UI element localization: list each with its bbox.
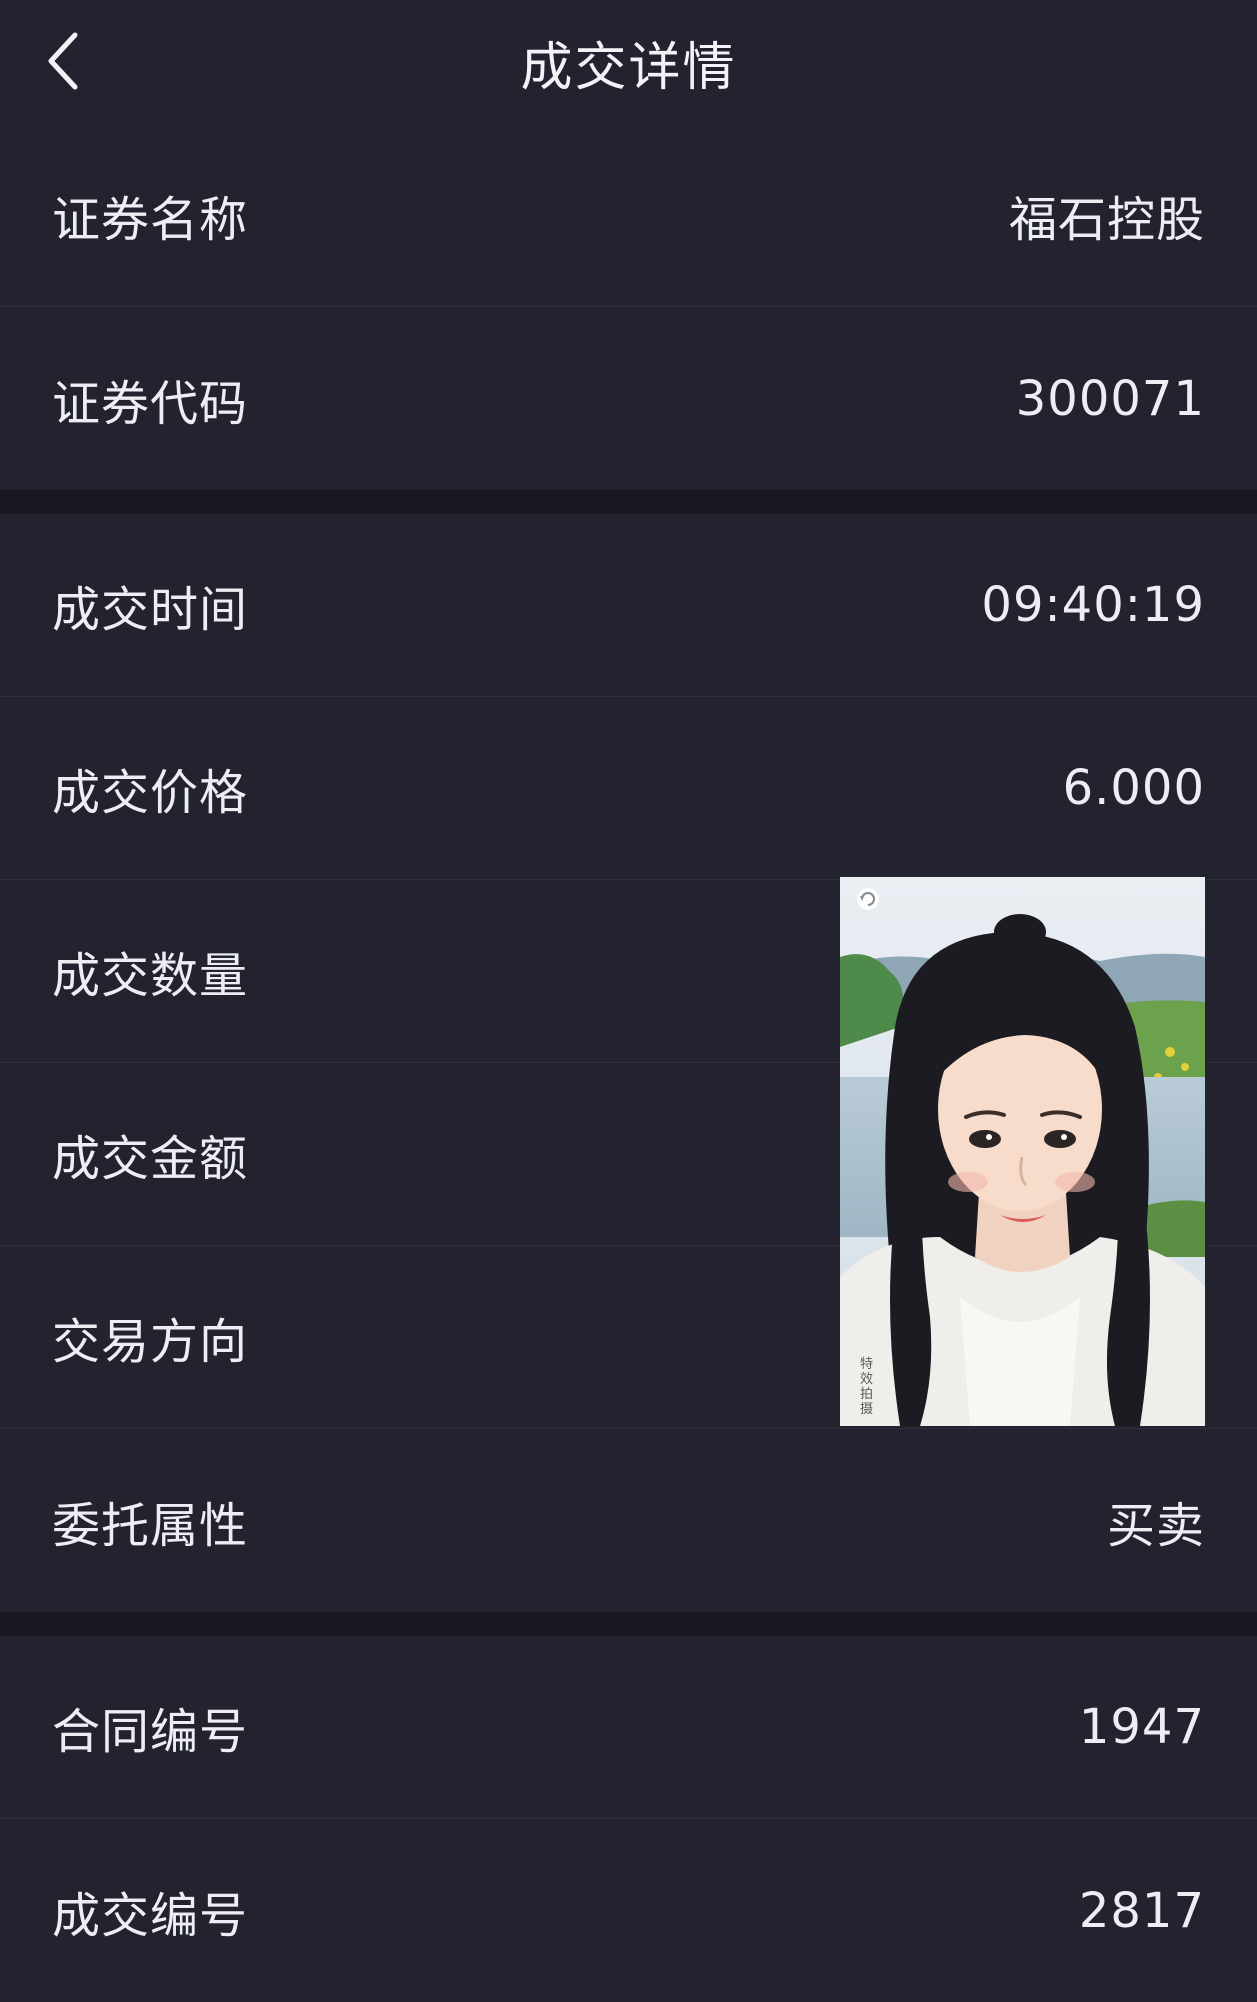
trade-time-value: 09:40:19: [981, 577, 1205, 633]
security-info-section: 证券名称 福石控股 证券代码 300071: [0, 124, 1257, 490]
video-side-caption: 特效拍摄: [860, 1357, 874, 1417]
contract-number-value: 1947: [1078, 1699, 1205, 1755]
order-attribute-value: 买卖: [1106, 1497, 1205, 1554]
row-deal-number: 成交编号 2817: [0, 1819, 1257, 2002]
section-divider: [0, 490, 1257, 514]
chevron-left-icon: [48, 32, 78, 90]
floating-video-preview[interactable]: 特效拍摄: [840, 877, 1205, 1426]
app-header: 成交详情: [0, 0, 1257, 124]
trade-time-label: 成交时间: [52, 582, 249, 638]
trade-price-label: 成交价格: [52, 765, 249, 821]
deal-number-label: 成交编号: [52, 1887, 249, 1944]
security-code-value: 300071: [1015, 370, 1205, 427]
security-name-value: 福石控股: [1008, 192, 1205, 248]
order-attribute-label: 委托属性: [52, 1497, 249, 1554]
row-security-name: 证券名称 福石控股: [0, 124, 1257, 307]
row-order-attribute: 委托属性 买卖: [0, 1429, 1257, 1612]
back-button[interactable]: [28, 26, 98, 96]
trade-quantity-label: 成交数量: [52, 948, 249, 1004]
deal-number-value: 2817: [1078, 1882, 1205, 1939]
contract-info-section: 合同编号 1947 成交编号 2817: [0, 1636, 1257, 2002]
video-preview-image: [840, 877, 1205, 1426]
trade-price-value: 6.000: [1062, 760, 1205, 816]
rotate-icon[interactable]: [857, 888, 879, 910]
trade-amount-label: 成交金额: [52, 1131, 249, 1187]
contract-number-label: 合同编号: [52, 1704, 249, 1760]
row-contract-number: 合同编号 1947: [0, 1636, 1257, 1819]
section-divider: [0, 1612, 1257, 1636]
row-security-code: 证券代码 300071: [0, 307, 1257, 490]
security-code-label: 证券代码: [52, 375, 249, 432]
security-name-label: 证券名称: [52, 192, 249, 248]
trade-direction-label: 交易方向: [52, 1314, 249, 1370]
page-title: 成交详情: [520, 37, 737, 98]
row-trade-price: 成交价格 6.000: [0, 697, 1257, 880]
row-trade-time: 成交时间 09:40:19: [0, 514, 1257, 697]
